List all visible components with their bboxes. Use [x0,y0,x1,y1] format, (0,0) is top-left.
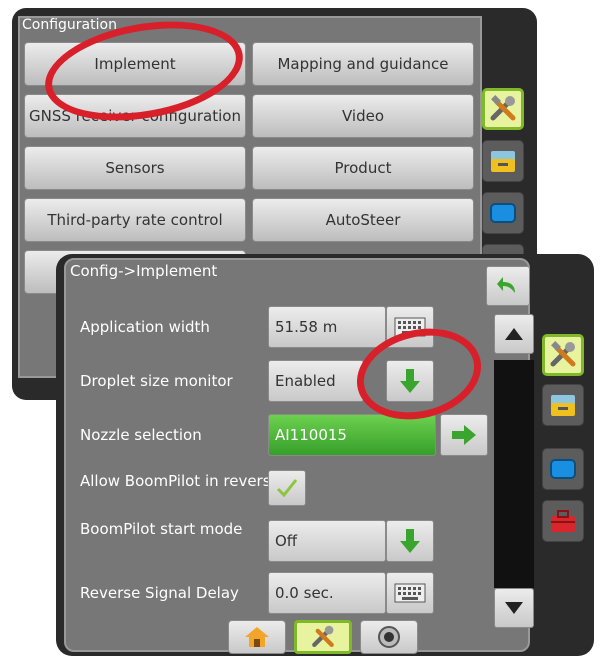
console-icon [491,151,515,172]
triangle-down-icon [505,602,523,614]
video-button[interactable]: Video [252,94,474,138]
product-button[interactable]: Product [252,146,474,190]
console-tab-button[interactable] [542,384,584,426]
toolbox-tab-button[interactable] [542,500,584,542]
mapping-guidance-button[interactable]: Mapping and guidance [252,42,474,86]
back-button[interactable] [486,266,530,306]
tools-nav-button[interactable] [294,620,352,654]
autosteer-button[interactable]: AutoSteer [252,198,474,242]
reverse-signal-delay-keyboard-button[interactable] [386,572,434,614]
boompilot-start-mode-label: BoomPilot start mode [80,520,243,538]
droplet-size-monitor-value[interactable]: Enabled [268,360,364,402]
console-tab-button[interactable] [482,140,524,182]
allow-boompilot-reverse-label: Allow BoomPilot in reverse [80,472,280,490]
gnss-icon [378,626,400,648]
sensors-button[interactable]: Sensors [24,146,246,190]
scroll-down-button[interactable] [494,588,534,628]
tools-icon [490,95,516,121]
configuration-title: Configuration [22,17,117,33]
scrollbar-track[interactable] [494,360,534,588]
console-icon [551,395,575,416]
display-tab-button[interactable] [482,192,524,234]
display-icon [490,203,516,223]
undo-arrow-icon [497,277,515,293]
arrow-right-icon [452,425,476,445]
application-width-label: Application width [80,318,210,336]
tools-tab-button[interactable] [482,88,524,130]
arrow-down-icon [400,369,420,393]
third-party-rate-control-button[interactable]: Third-party rate control [24,198,246,242]
application-width-keyboard-button[interactable] [386,306,434,348]
droplet-size-monitor-label: Droplet size monitor [80,372,233,390]
display-icon [550,459,576,479]
implement-config-title: Config->Implement [70,262,218,280]
implement-button[interactable]: Implement [24,42,246,86]
tools-tab-button[interactable] [542,334,584,376]
keyboard-icon [394,583,426,603]
gnss-nav-button[interactable] [360,620,418,654]
gnss-config-button[interactable]: GNSS receiver configuration [24,94,246,138]
toolbox-icon [551,510,575,532]
home-icon [245,627,269,647]
droplet-size-monitor-dropdown-button[interactable] [386,360,434,402]
tools-icon [312,625,334,647]
nozzle-selection-value[interactable]: AI110015 [268,414,436,456]
reverse-signal-delay-label: Reverse Signal Delay [80,584,239,602]
boompilot-start-mode-value[interactable]: Off [268,520,386,562]
boompilot-start-mode-dropdown-button[interactable] [386,520,434,562]
nozzle-selection-label: Nozzle selection [80,426,202,444]
checkmark-icon [276,479,298,498]
application-width-value[interactable]: 51.58 m [268,306,386,348]
scroll-up-button[interactable] [494,314,534,354]
keyboard-icon [394,317,426,337]
tools-icon [550,341,576,367]
arrow-down-icon [400,529,420,553]
home-button[interactable] [228,620,286,654]
reverse-signal-delay-value[interactable]: 0.0 sec. [268,572,386,614]
nozzle-selection-next-button[interactable] [440,414,488,456]
allow-boompilot-reverse-checkbox[interactable] [268,470,306,506]
triangle-up-icon [505,328,523,340]
display-tab-button[interactable] [542,448,584,490]
